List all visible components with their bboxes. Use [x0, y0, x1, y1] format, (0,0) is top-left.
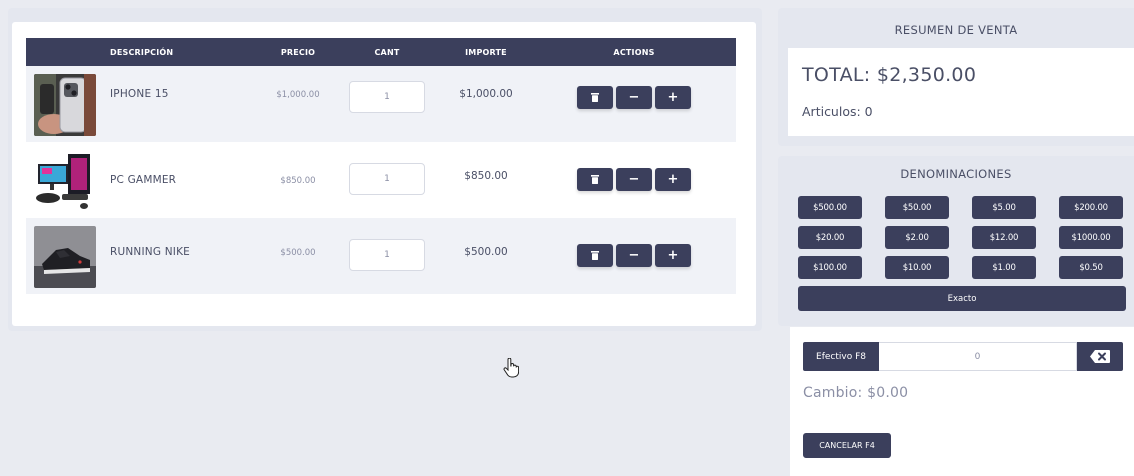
quantity-input[interactable]: 1: [349, 239, 425, 271]
plus-icon: +: [667, 90, 679, 105]
table-row: PC GAMMER $850.00 1 $850.00 − +: [26, 142, 736, 218]
header-price: PRECIO: [280, 47, 316, 57]
summary-title: RESUMEN DE VENTA: [894, 23, 1018, 37]
denomination-button[interactable]: $20.00: [798, 226, 862, 249]
denomination-button[interactable]: $1.00: [972, 256, 1036, 279]
increase-button[interactable]: +: [655, 168, 691, 191]
denomination-button[interactable]: $500.00: [798, 196, 862, 219]
denomination-button[interactable]: $200.00: [1059, 196, 1123, 219]
denomination-button[interactable]: $10.00: [885, 256, 949, 279]
denomination-button[interactable]: $1000.00: [1059, 226, 1123, 249]
table-header: DESCRIPCIÓN PRECIO CANT IMPORTE ACTIONS: [26, 38, 736, 66]
minus-icon: −: [628, 90, 640, 105]
hand-cursor-icon: [503, 357, 520, 382]
summary-card: TOTAL: $2,350.00 Articulos: 0: [788, 48, 1134, 136]
denomination-button[interactable]: $5.00: [972, 196, 1036, 219]
cart-panel: DESCRIPCIÓN PRECIO CANT IMPORTE ACTIONS: [8, 8, 762, 331]
delete-button[interactable]: [577, 86, 613, 109]
product-amount: $850.00: [464, 170, 508, 182]
trash-icon: [591, 175, 599, 184]
trash-icon: [591, 93, 599, 102]
product-amount: $1,000.00: [459, 88, 513, 100]
header-description: DESCRIPCIÓN: [110, 47, 174, 57]
product-name: PC GAMMER: [110, 174, 177, 186]
denominations-title: DENOMINACIONES: [900, 167, 1012, 181]
clear-input-button[interactable]: [1077, 342, 1123, 371]
product-amount: $500.00: [464, 246, 508, 258]
cash-input[interactable]: 0: [879, 342, 1077, 371]
table-row: IPHONE 15 $1,000.00 1 $1,000.00 − +: [26, 66, 736, 142]
cancel-button[interactable]: CANCELAR F4: [803, 433, 891, 458]
product-name: RUNNING NIKE: [110, 246, 190, 258]
product-price: $500.00: [280, 248, 316, 258]
row-actions: − +: [577, 244, 691, 267]
cash-input-group: Efectivo F8 0: [803, 342, 1123, 371]
row-actions: − +: [577, 168, 691, 191]
cash-label: Efectivo F8: [803, 342, 879, 371]
product-name: IPHONE 15: [110, 88, 169, 100]
increase-button[interactable]: +: [655, 244, 691, 267]
total-amount: TOTAL: $2,350.00: [802, 64, 977, 86]
cart-table-card: DESCRIPCIÓN PRECIO CANT IMPORTE ACTIONS: [12, 22, 756, 326]
change-amount: Cambio: $0.00: [803, 385, 909, 401]
minus-icon: −: [628, 248, 640, 263]
trash-icon: [591, 251, 599, 260]
sale-summary-panel: RESUMEN DE VENTA TOTAL: $2,350.00 Articu…: [778, 8, 1134, 146]
product-image-sneaker: [34, 226, 96, 288]
product-price: $1,000.00: [276, 90, 320, 100]
delete-button[interactable]: [577, 168, 613, 191]
denomination-button[interactable]: $2.00: [885, 226, 949, 249]
payment-panel: Efectivo F8 0 Cambio: $0.00 CANCELAR F4: [790, 327, 1134, 476]
decrease-button[interactable]: −: [616, 86, 652, 109]
row-actions: − +: [577, 86, 691, 109]
quantity-input[interactable]: 1: [349, 163, 425, 195]
header-qty: CANT: [374, 47, 400, 57]
delete-button[interactable]: [577, 244, 613, 267]
quantity-input[interactable]: 1: [349, 81, 425, 113]
denominations-panel: DENOMINACIONES $500.00 $50.00 $5.00 $200…: [778, 156, 1134, 326]
header-amount: IMPORTE: [465, 47, 507, 57]
denomination-button[interactable]: $100.00: [798, 256, 862, 279]
plus-icon: +: [667, 172, 679, 187]
minus-icon: −: [628, 172, 640, 187]
table-row: RUNNING NIKE $500.00 1 $500.00 − +: [26, 218, 736, 294]
backspace-icon: [1090, 350, 1110, 363]
cart-table: DESCRIPCIÓN PRECIO CANT IMPORTE ACTIONS: [26, 38, 736, 294]
denomination-button[interactable]: $0.50: [1059, 256, 1123, 279]
decrease-button[interactable]: −: [616, 244, 652, 267]
increase-button[interactable]: +: [655, 86, 691, 109]
denomination-button[interactable]: $50.00: [885, 196, 949, 219]
denomination-button[interactable]: $12.00: [972, 226, 1036, 249]
decrease-button[interactable]: −: [616, 168, 652, 191]
article-count: Articulos: 0: [802, 104, 873, 119]
exact-amount-button[interactable]: Exacto: [798, 286, 1126, 311]
plus-icon: +: [667, 248, 679, 263]
header-actions: ACTIONS: [613, 47, 655, 57]
product-image-pc: [34, 150, 96, 212]
product-image-iphone: [34, 74, 96, 136]
product-price: $850.00: [280, 176, 316, 186]
